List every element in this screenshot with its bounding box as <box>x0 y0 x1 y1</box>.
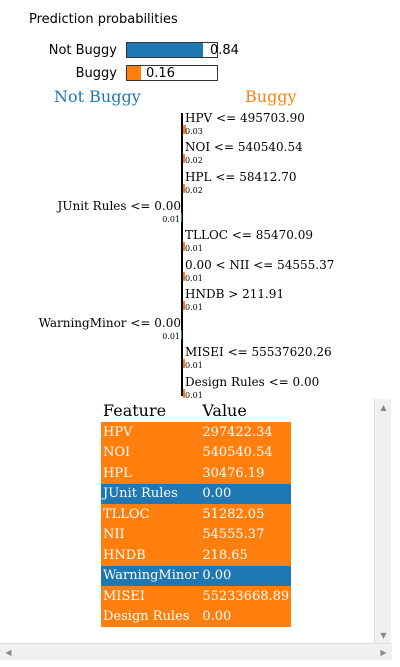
scroll-right-arrow-icon[interactable]: ▶ <box>375 644 392 661</box>
feature-condition-label: WarningMinor <= 0.00 <box>38 316 181 331</box>
contribution-value-label: 0.01 <box>162 214 180 224</box>
scroll-up-arrow-icon[interactable]: ▲ <box>375 399 392 416</box>
feature-condition-label: HNDB > 211.91 <box>185 286 285 301</box>
feature-condition-label: 0.00 < NII <= 54555.37 <box>185 257 335 272</box>
feature-name-cell: NOI <box>101 442 201 463</box>
feature-value-cell: 55233668.89 <box>200 586 292 607</box>
feature-value-cell: 0.00 <box>200 565 292 586</box>
table-row: TLLOC 51282.05 <box>101 504 292 525</box>
feature-name-cell: MISEI <box>101 586 201 607</box>
feature-value-cell: 30476.19 <box>200 463 292 484</box>
feature-value-cell: 51282.05 <box>200 504 292 525</box>
feature-value-cell: 540540.54 <box>200 442 292 463</box>
feature-name-cell: TLLOC <box>101 504 201 525</box>
column-header-feature: Feature <box>103 400 167 420</box>
feature-condition-label: HPV <= 495703.90 <box>185 111 305 125</box>
table-row: JUnit Rules 0.00 <box>101 483 292 504</box>
horizontal-scrollbar[interactable]: ◀ ▶ <box>0 643 392 660</box>
table-row: HPV 297422.34 <box>101 422 292 443</box>
feature-contribution-chart: HPV <= 495703.90 0.03 NOI <= 540540.54 0.02… <box>0 0 400 400</box>
contribution-value-label: 0.01 <box>185 361 203 371</box>
table-row: Design Rules 0.00 <box>101 606 292 627</box>
feature-name-cell: HPL <box>101 463 201 484</box>
feature-value-cell: 218.65 <box>200 545 292 566</box>
feature-name-cell: HPV <box>101 422 201 443</box>
contribution-value-label: 0.03 <box>185 127 203 136</box>
contribution-value-label: 0.02 <box>185 185 203 195</box>
table-row: HPL 30476.19 <box>101 463 292 484</box>
table-row: NII 54555.37 <box>101 524 292 545</box>
table-row: NOI 540540.54 <box>101 442 292 463</box>
feature-condition-label: TLLOC <= 85470.09 <box>185 228 313 243</box>
contribution-value-label: 0.01 <box>185 244 203 254</box>
feature-condition-label: JUnit Rules <= 0.00 <box>57 198 181 213</box>
feature-value-cell: 0.00 <box>200 483 292 504</box>
feature-name-cell: HNDB <box>101 545 201 566</box>
scroll-left-arrow-icon[interactable]: ◀ <box>0 644 17 661</box>
contribution-bar <box>180 212 182 222</box>
contribution-bar <box>180 330 182 340</box>
feature-name-cell: Design Rules <box>101 606 201 627</box>
column-header-value: Value <box>202 400 247 420</box>
feature-value-cell: 0.00 <box>200 606 292 627</box>
feature-value-table: Feature Value HPV 297422.34 NOI 540540.54 HP… <box>101 399 292 627</box>
table-row: HNDB 218.65 <box>101 545 292 566</box>
table-row: MISEI 55233668.89 <box>101 586 292 607</box>
feature-name-cell: JUnit Rules <box>101 483 201 504</box>
contribution-value-label: 0.01 <box>185 302 203 312</box>
feature-name-cell: WarningMinor <box>101 565 201 586</box>
feature-condition-label: MISEI <= 55537620.26 <box>185 345 332 360</box>
table-row: WarningMinor 0.00 <box>101 565 292 586</box>
feature-value-cell: 54555.37 <box>200 524 292 545</box>
feature-value-cell: 297422.34 <box>200 422 292 443</box>
vertical-scrollbar[interactable]: ▲ ▼ <box>374 399 391 644</box>
contribution-value-label: 0.01 <box>185 273 203 283</box>
scroll-down-arrow-icon[interactable]: ▼ <box>375 627 392 644</box>
contribution-value-label: 0.01 <box>162 332 180 342</box>
contribution-value-label: 0.02 <box>185 156 203 166</box>
feature-condition-label: Design Rules <= 0.00 <box>185 374 320 389</box>
feature-condition-label: NOI <= 540540.54 <box>185 140 303 155</box>
feature-condition-label: HPL <= 58412.70 <box>185 169 297 184</box>
table-header-row: Feature Value <box>101 399 291 422</box>
feature-name-cell: NII <box>101 524 201 545</box>
